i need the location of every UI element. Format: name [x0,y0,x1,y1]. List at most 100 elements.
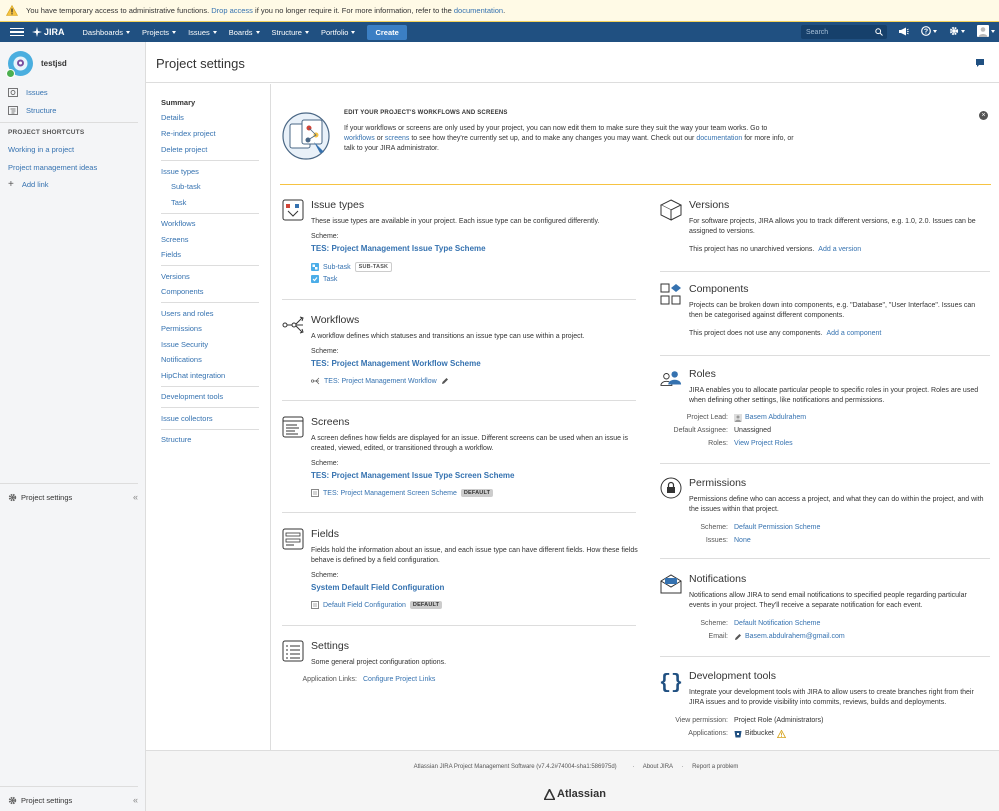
settings-nav-users-and-roles[interactable]: Users and roles [161,309,214,318]
admin-menu[interactable] [949,26,965,36]
nav-boards[interactable]: Boards [229,28,260,37]
close-icon[interactable]: × [979,111,988,120]
drop-access-link[interactable]: Drop access [211,6,253,15]
settings-nav-issue-types[interactable]: Issue types [161,167,199,176]
settings-nav-fields[interactable]: Fields [161,250,181,259]
nav-dashboards-label: Dashboards [82,27,123,37]
configure-project-links[interactable]: Configure Project Links [363,676,435,683]
settings-nav-notifications[interactable]: Notifications [161,355,202,364]
sidebar-project-settings[interactable]: Project settings « [8,492,138,502]
add-link-button[interactable]: + Add link [8,179,49,189]
sidebar-item-structure[interactable]: Structure [8,106,56,115]
edit-pencil-icon[interactable] [734,633,742,641]
notification-scheme-link[interactable]: Default Notification Scheme [734,620,820,627]
feedback-icon[interactable] [976,59,984,67]
field-configuration-link[interactable]: Default Field Configuration [323,602,406,609]
notification-email-link[interactable]: Basem.abdulrahem@gmail.com [745,633,845,641]
workflow-item-icon [311,377,320,385]
user-menu[interactable] [977,25,995,37]
collapse-sidebar-icon[interactable]: « [133,492,138,502]
settings-nav-details[interactable]: Details [161,113,184,122]
settings-nav-issue-collectors[interactable]: Issue collectors [161,414,213,423]
scheme-label: Scheme: [311,460,339,467]
settings-nav-development-tools[interactable]: Development tools [161,392,223,401]
screen-scheme-item: TES: Project Management Screen Scheme DE… [311,489,494,497]
settings-nav-permissions[interactable]: Permissions [161,324,202,333]
settings-nav-sub-task[interactable]: Sub-task [171,182,201,191]
add-component-link[interactable]: Add a component [826,330,881,337]
view-permission-value: Project Role (Administrators) [734,717,824,724]
menu-icon[interactable] [10,27,24,37]
versions-icon [660,199,682,221]
chevron-down-icon [255,30,260,34]
roles-description: JIRA enables you to allocate particular … [689,387,979,404]
warning-icon [6,5,18,16]
notification-email-label: Email: [708,633,728,640]
settings-nav-delete-project[interactable]: Delete project [161,145,207,154]
shortcut-project-management-ideas[interactable]: Project management ideas [8,163,97,172]
screen-scheme-item-link[interactable]: TES: Project Management Screen Scheme [323,490,457,497]
workflow-link[interactable]: TES: Project Management Workflow [324,378,437,385]
settings-nav-versions[interactable]: Versions [161,272,190,281]
nav-issues[interactable]: Issues [188,28,217,37]
chevron-down-icon [172,30,177,34]
screen-scheme-link[interactable]: TES: Project Management Issue Type Scree… [311,471,514,480]
divider [161,407,259,408]
workflow-promo-illustration [282,112,330,160]
collapse-sidebar-icon[interactable]: « [133,795,138,805]
project-header[interactable]: testjsd [6,51,67,78]
settings-nav-structure[interactable]: Structure [161,435,191,444]
about-jira-link[interactable]: About JIRA [643,764,673,770]
promo-screens-link[interactable]: screens [385,135,410,142]
jira-logo[interactable]: JIRA [32,27,65,37]
nav-issues-label: Issues [188,27,210,37]
sidebar-item-label: Structure [26,106,57,115]
shortcut-label: Working in a project [8,145,75,154]
edit-pencil-icon[interactable] [441,377,449,385]
atlassian-logo[interactable]: Atlassian [544,788,606,800]
versions-status-text: This project has no unarchived versions. [689,246,815,253]
sidebar-project-settings-bottom[interactable]: Project settings « [8,795,138,805]
nav-dashboards[interactable]: Dashboards [83,28,130,37]
view-project-roles-link[interactable]: View Project Roles [734,440,793,447]
sub-task-link[interactable]: Sub-task [323,264,351,271]
megaphone-icon[interactable] [898,27,909,36]
settings-nav-issue-security[interactable]: Issue Security [161,340,208,349]
default-tag: DEFAULT [460,489,494,497]
permission-scheme-link[interactable]: Default Permission Scheme [734,524,820,531]
settings-nav-reindex[interactable]: Re-index project [161,129,216,138]
gear-icon [8,796,17,804]
promo-documentation-link[interactable]: documentation [696,135,742,142]
settings-nav-components[interactable]: Components [161,287,204,296]
report-problem-link[interactable]: Report a problem [692,764,738,770]
divider [0,786,138,787]
add-version-link[interactable]: Add a version [818,246,861,253]
banner-documentation-link[interactable]: documentation [454,6,503,15]
workflow-scheme-link[interactable]: TES: Project Management Workflow Scheme [311,359,481,368]
settings-nav-summary[interactable]: Summary [161,98,195,107]
nav-projects[interactable]: Projects [142,28,177,37]
settings-nav-screens[interactable]: Screens [161,235,189,244]
chevron-down-icon [304,30,309,34]
warning-icon[interactable] [776,730,786,738]
field-configuration-scheme-link[interactable]: System Default Field Configuration [311,583,444,592]
nav-boards-label: Boards [228,27,253,37]
sidebar-item-issues[interactable]: Issues [8,88,48,97]
nav-portfolio[interactable]: Portfolio [321,28,356,37]
banner-text-middle: if you no longer require it. For more in… [255,6,452,15]
sidebar-item-label: Issues [26,88,48,97]
project-lead-link[interactable]: Basem Abdulrahem [745,414,806,422]
nav-structure[interactable]: Structure [272,28,309,37]
settings-nav-workflows[interactable]: Workflows [161,219,195,228]
help-menu[interactable]: ? [921,26,937,36]
issue-security-link[interactable]: None [734,537,751,544]
settings-nav-task[interactable]: Task [171,198,186,207]
search-input[interactable]: Search [801,25,887,39]
task-link[interactable]: Task [323,276,337,283]
settings-nav-hipchat[interactable]: HipChat integration [161,371,225,380]
promo-workflows-link[interactable]: workflows [344,135,375,142]
create-button[interactable]: Create [367,24,407,40]
shortcut-working-in-project[interactable]: Working in a project [8,145,74,154]
issue-type-scheme-link[interactable]: TES: Project Management Issue Type Schem… [311,244,486,253]
top-navigation: JIRA Dashboards Projects Issues Boards S… [0,22,999,42]
